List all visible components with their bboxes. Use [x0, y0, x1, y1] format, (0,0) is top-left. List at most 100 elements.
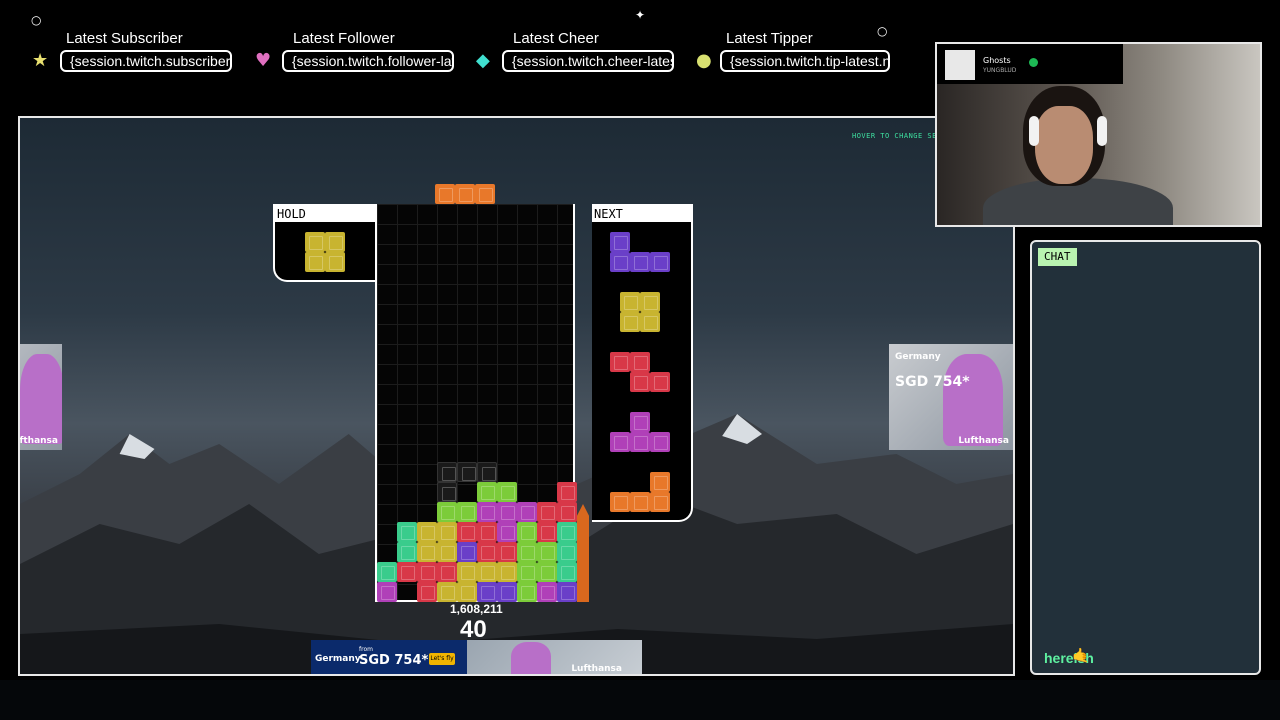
tetromino-block	[537, 582, 557, 602]
alerts-bar: Latest Subscriber ★ {session.twitch.subs…	[0, 0, 935, 115]
ad-brand: Lufthansa	[958, 436, 1009, 446]
chat-panel[interactable]: CHAT hereish	[1030, 240, 1261, 675]
tetromino-block	[557, 522, 577, 542]
tetromino-block	[477, 522, 497, 542]
alert-title: Latest Subscriber	[66, 30, 183, 47]
next-block	[630, 372, 650, 392]
tetromino-block	[455, 184, 475, 204]
tetromino-block	[325, 232, 345, 252]
next-block	[610, 352, 630, 372]
alert-title: Latest Cheer	[513, 30, 599, 47]
tetromino-block	[517, 582, 537, 602]
tetromino-block	[397, 542, 417, 562]
tetromino-block	[497, 522, 517, 542]
tetromino-block	[497, 562, 517, 582]
tetromino-block	[517, 562, 537, 582]
tetromino-block	[377, 562, 397, 582]
alert-title: Latest Follower	[293, 30, 395, 47]
ad-brand: Lufthansa	[19, 436, 58, 446]
tetromino-block	[305, 232, 325, 252]
tetromino-block	[537, 542, 557, 562]
heart-icon: ♥	[255, 50, 272, 71]
ad-image	[20, 354, 62, 444]
next-label: NEXT	[592, 206, 691, 222]
tetromino-block	[377, 582, 397, 602]
diamond-icon: ◆	[476, 50, 490, 71]
tetromino-block	[457, 522, 477, 542]
sparkle-icon: ✦	[635, 8, 646, 22]
tetromino-block	[437, 562, 457, 582]
tetromino-block	[477, 562, 497, 582]
ghost-block	[437, 482, 457, 502]
tetromino-block	[497, 542, 517, 562]
next-block	[630, 412, 650, 432]
ad-from: from	[359, 646, 373, 653]
tetromino-block	[437, 502, 457, 522]
ad-destination: Germany	[315, 654, 361, 664]
hold-panel: HOLD	[273, 204, 375, 282]
alert-value: {session.twitch.cheer-latest}	[502, 50, 674, 72]
tetromino-block	[397, 522, 417, 542]
sparkle-icon: ○	[31, 13, 42, 27]
tetromino-block	[497, 502, 517, 522]
tetromino-block	[517, 502, 537, 522]
tetromino-block	[457, 542, 477, 562]
next-block	[650, 432, 670, 452]
tetromino-block	[477, 502, 497, 522]
headphone-icon	[1097, 116, 1107, 146]
tetromino-block	[417, 522, 437, 542]
tetromino-block	[477, 482, 497, 502]
tetromino-block	[417, 542, 437, 562]
tetromino-block	[457, 562, 477, 582]
tetromino-block	[557, 582, 577, 602]
ad-brand: Lufthansa	[571, 664, 622, 674]
next-block	[650, 252, 670, 272]
game-capture: HOVER TO CHANGE SETTI HOLD NEXT 1,608,21…	[18, 116, 1015, 676]
tetromino-block	[397, 562, 417, 582]
tetromino-block	[437, 522, 457, 542]
next-block	[630, 492, 650, 512]
alert-value: {session.twitch.tip-latest.name}	[720, 50, 890, 72]
ad-bottom-banner[interactable]: Germany from SGD 754* Let's fly Lufthans…	[311, 640, 642, 674]
tetromino-block	[517, 522, 537, 542]
ad-price: SGD 754*	[895, 374, 970, 390]
tetromino-block	[305, 252, 325, 272]
ghost-block	[477, 462, 497, 482]
tetromino-block	[537, 502, 557, 522]
tetris-board[interactable]	[375, 204, 577, 602]
tetromino-block	[557, 542, 577, 562]
next-block	[630, 352, 650, 372]
tetromino-block	[325, 252, 345, 272]
person-face	[1035, 106, 1093, 184]
sparkle-icon: ○	[877, 24, 888, 38]
overlay-bottom-band	[0, 680, 1280, 720]
playing-indicator-icon	[1029, 58, 1038, 67]
chat-tab[interactable]: CHAT	[1038, 248, 1077, 266]
next-block	[640, 292, 660, 312]
tetromino-block	[557, 562, 577, 582]
track-artist: YUNGBLUD	[983, 67, 1017, 74]
tetromino-block	[497, 582, 517, 602]
tetromino-block	[557, 502, 577, 522]
next-block	[610, 492, 630, 512]
garbage-meter	[577, 504, 589, 602]
ad-right[interactable]: Germany SGD 754* Lufthansa	[889, 344, 1013, 450]
tetromino-block	[435, 184, 455, 204]
webcam-feed: Ghosts YUNGBLUD	[935, 42, 1262, 227]
ghost-block	[437, 462, 457, 482]
ad-left[interactable]: Lufthansa	[19, 344, 62, 450]
ad-cta-button[interactable]: Let's fly	[429, 653, 455, 665]
tetromino-block	[417, 582, 437, 602]
tetromino-block	[457, 582, 477, 602]
next-block	[630, 432, 650, 452]
next-panel: NEXT	[592, 204, 693, 522]
tetromino-block	[517, 542, 537, 562]
hold-label: HOLD	[275, 206, 375, 222]
next-block	[610, 232, 630, 252]
ad-price: SGD 754*	[359, 653, 429, 668]
next-block	[610, 252, 630, 272]
next-block	[610, 432, 630, 452]
score: 1,608,211	[450, 602, 503, 616]
tetromino-block	[437, 542, 457, 562]
tetromino-block	[477, 542, 497, 562]
